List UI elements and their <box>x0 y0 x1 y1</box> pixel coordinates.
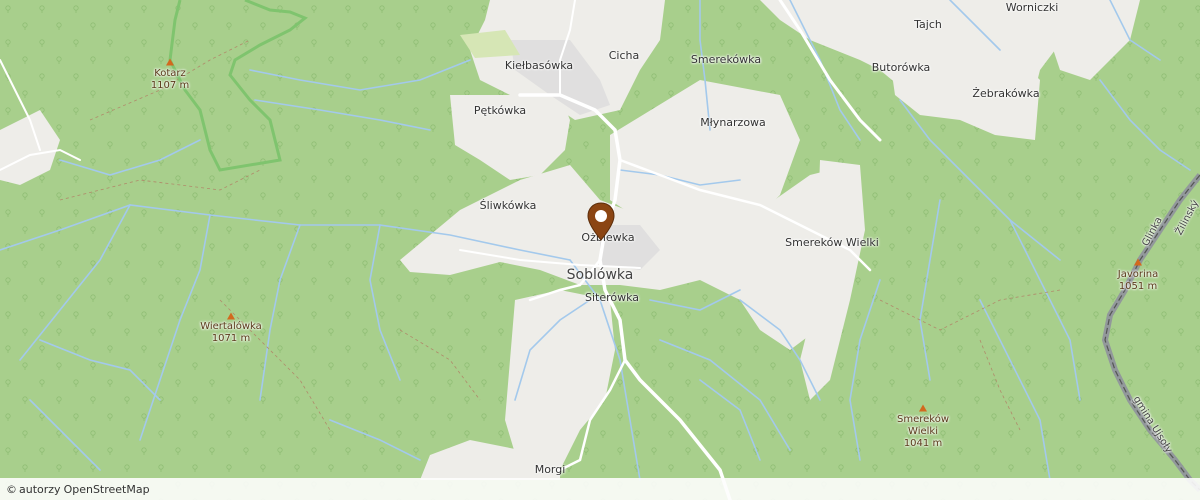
place-petkowka: Pętkówka <box>473 104 527 117</box>
peak-wiertalowka-name: Wiertalówka <box>200 321 262 332</box>
place-morgi: Morgi <box>534 463 566 476</box>
peak-smerekow-wielki-name-line2: Wielki <box>908 426 938 437</box>
place-cicha: Cicha <box>608 49 640 62</box>
place-butorowka: Butorówka <box>871 61 931 74</box>
peak-kotarz-elevation: 1107 m <box>150 80 190 91</box>
peak-kotarz-name: Kotarz <box>154 68 186 79</box>
place-smerekowka: Smerekówka <box>690 53 762 66</box>
peak-javorina-elevation: 1051 m <box>1118 281 1158 292</box>
peak-smerekow-wielki-icon <box>919 404 927 412</box>
peak-smerekow-wielki-name: Smereków <box>896 414 950 425</box>
copyright-symbol: © <box>6 482 17 496</box>
peak-smerekow-wielki-elevation: 1041 m <box>903 438 943 449</box>
attribution-authors: autorzy <box>19 482 61 496</box>
peak-wiertalowka-icon <box>227 312 235 320</box>
peak-wiertalowka-elevation: 1071 m <box>211 333 251 344</box>
location-pin-icon[interactable] <box>586 202 616 242</box>
place-sliwkowka: Śliwkówka <box>479 199 537 212</box>
place-mlynarzowa: Młynarzowa <box>700 116 766 129</box>
town-soblowka: Soblówka <box>566 267 634 283</box>
peak-kotarz-icon <box>166 58 174 66</box>
place-zebrakowka: Żebrakówka <box>972 87 1040 100</box>
place-siterowka: Siterówka <box>584 291 640 304</box>
place-smerekow-wielki: Smereków Wielki <box>785 236 879 249</box>
place-kielbasowka: Kiełbasówka <box>504 59 574 72</box>
openstreetmap-link[interactable]: OpenStreetMap <box>64 483 150 496</box>
place-worniczki: Worniczki <box>1005 1 1059 14</box>
map-attribution: © autorzy OpenStreetMap <box>0 478 1200 500</box>
peak-javorina-icon <box>1134 258 1142 266</box>
place-tajch: Tajch <box>914 18 942 31</box>
peak-javorina-name: Javorina <box>1117 269 1159 280</box>
